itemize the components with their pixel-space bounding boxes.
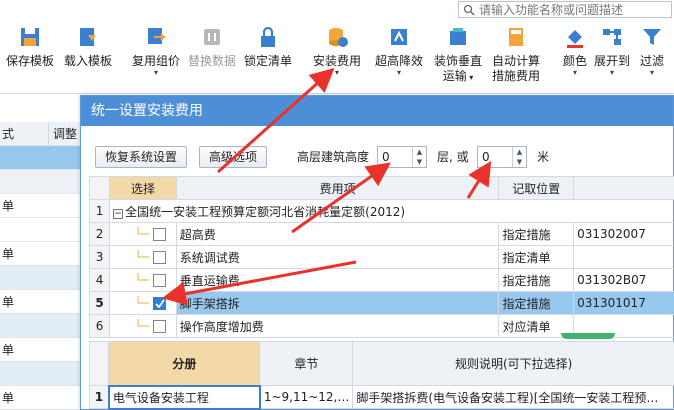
rule-column-header[interactable]: 规则说明(可下拉选择) xyxy=(352,341,674,386)
background-row[interactable] xyxy=(0,362,80,386)
position-column-header[interactable]: 记取位置 xyxy=(498,176,575,200)
background-row[interactable] xyxy=(0,266,80,290)
auto-calc-icon xyxy=(503,24,529,50)
spinner-arrows-icon[interactable]: ▲ ▼ xyxy=(512,147,526,167)
chevron-down-icon: ▾ xyxy=(466,73,474,82)
spinner-arrows-icon[interactable]: ▲ ▼ xyxy=(412,147,426,167)
tree-line-icon: └─ xyxy=(134,273,153,287)
splitter-handle[interactable] xyxy=(561,333,615,339)
load-template-button[interactable]: 载入模板 xyxy=(62,24,114,69)
lock-icon xyxy=(255,24,281,50)
row-number-header xyxy=(88,341,110,386)
row-checkbox[interactable] xyxy=(152,228,166,241)
book-column-header[interactable]: 分册 xyxy=(108,341,261,386)
height-label: 高层建筑高度 xyxy=(297,150,370,164)
advanced-options-button[interactable]: 高级选项 xyxy=(199,146,267,168)
background-row[interactable] xyxy=(0,146,80,170)
background-header: 式 调整 xyxy=(0,122,80,146)
search-icon xyxy=(463,4,475,15)
save-template-button[interactable]: 保存模板 xyxy=(4,24,56,69)
ribbon-toolbar: 保存模板 载入模板 复用组价 ▾ 替换数据 锁定清单 安装费用 ▾ 超高降效 ▾ 装饰… xyxy=(0,20,674,94)
chevron-down-icon: ▾ xyxy=(649,68,654,77)
row-checkbox-checked[interactable] xyxy=(152,297,166,310)
table-row[interactable]: 2 └─ 超高费 指定措施 031302007 xyxy=(88,222,674,246)
background-row[interactable]: 单 xyxy=(0,386,80,410)
background-row[interactable]: 单 xyxy=(0,194,80,218)
table-row[interactable]: 1 电气设备安装工程 1~9,11~12,… 脚手架搭拆费(电气设备安装工程)[… xyxy=(88,384,674,410)
rule-cell[interactable]: 脚手架搭拆费(电气设备安装工程)[全国统一安装工程预… xyxy=(352,385,674,409)
chevron-down-icon: ▾ xyxy=(572,68,577,77)
rules-table: 分册 章节 规则说明(可下拉选择) 1 电气设备安装工程 1~9,11~12,…… xyxy=(88,341,674,410)
tree-line-icon: └─ xyxy=(134,250,153,264)
table-row[interactable]: 4 └─ 垂直运输费 指定措施 031302B07 xyxy=(88,268,674,292)
select-column-header[interactable]: 选择 xyxy=(109,176,177,200)
replace-data-button[interactable]: 替换数据 xyxy=(186,24,238,69)
fee-items-table: 选择 费用项 记取位置 1 − 全国统一安装工程预算定额河北省消耗量定额(2012… xyxy=(88,176,674,338)
chevron-down-icon: ▾ xyxy=(396,68,401,77)
table-row[interactable]: 3 └─ 系统调试费 指定清单 xyxy=(88,245,674,269)
save-template-icon xyxy=(17,24,43,50)
background-row[interactable] xyxy=(0,314,80,338)
expand-icon xyxy=(599,24,625,50)
auto-calc-button[interactable]: 自动计算 措施费用 xyxy=(488,24,544,84)
chapter-column-header[interactable]: 章节 xyxy=(259,341,354,386)
dialog-title: 统一设置安装费用 xyxy=(81,96,673,126)
install-fee-icon xyxy=(324,24,350,50)
row-checkbox[interactable] xyxy=(152,320,166,333)
row-number-header xyxy=(88,176,111,200)
tree-line-icon: └─ xyxy=(134,319,153,333)
chevron-down-icon: ▾ xyxy=(609,68,614,77)
table-row-selected[interactable]: 5 └─ 脚手架搭拆 指定措施 031301017 xyxy=(88,291,674,315)
reuse-pricing-button[interactable]: 复用组价 ▾ xyxy=(130,24,182,77)
load-template-icon xyxy=(75,24,101,50)
background-row[interactable] xyxy=(0,170,80,194)
search-input[interactable]: 请输入功能名称或问题描述 xyxy=(458,1,672,18)
chevron-down-icon: ▾ xyxy=(153,68,158,77)
background-table: 式 调整 单 单 单 单 单 xyxy=(0,95,80,410)
collapse-icon[interactable]: − xyxy=(113,208,124,219)
lock-list-button[interactable]: 锁定清单 xyxy=(242,24,294,69)
color-icon xyxy=(562,24,588,50)
fee-item-column-header[interactable]: 费用项 xyxy=(175,176,500,200)
reuse-pricing-icon xyxy=(143,24,169,50)
height-efficiency-button[interactable]: 超高降效 ▾ xyxy=(372,24,426,77)
group-row-cell: − 全国统一安装工程预算定额河北省消耗量定额(2012) xyxy=(109,199,674,223)
expand-to-button[interactable]: 展开到 ▾ xyxy=(592,24,632,77)
meter-spinner[interactable]: 0 ▲ ▼ xyxy=(477,146,527,168)
table-row[interactable]: 1 − 全国统一安装工程预算定额河北省消耗量定额(2012) xyxy=(88,199,674,223)
restore-defaults-button[interactable]: 恢复系统设置 xyxy=(95,146,187,168)
row-checkbox[interactable] xyxy=(152,251,166,264)
tree-line-icon: └─ xyxy=(134,227,153,241)
search-placeholder: 请输入功能名称或问题描述 xyxy=(479,3,624,17)
background-row[interactable] xyxy=(0,218,80,242)
vertical-transport-button[interactable]: 装饰垂直 运输 ▾ xyxy=(430,24,486,85)
tree-line-icon: └─ xyxy=(134,296,153,310)
vertical-transport-icon xyxy=(445,24,471,50)
row-checkbox[interactable] xyxy=(152,274,166,287)
background-row[interactable]: 单 xyxy=(0,290,80,314)
filter-icon xyxy=(639,24,665,50)
install-fee-button[interactable]: 安装费用 ▾ xyxy=(310,24,364,77)
floor-count-spinner[interactable]: 0 ▲ ▼ xyxy=(377,146,427,168)
floor-label: 层, 或 xyxy=(437,150,469,164)
chevron-down-icon: ▾ xyxy=(334,68,339,77)
chapter-cell[interactable]: 1~9,11~12,… xyxy=(259,385,354,409)
top-bar: 请输入功能名称或问题描述 xyxy=(0,0,674,20)
replace-data-icon xyxy=(199,24,225,50)
background-row[interactable]: 单 xyxy=(0,338,80,362)
height-efficiency-icon xyxy=(386,24,412,50)
book-cell[interactable]: 电气设备安装工程 xyxy=(107,384,261,410)
filter-button[interactable]: 过滤 ▾ xyxy=(634,24,670,77)
background-row[interactable]: 单 xyxy=(0,242,80,266)
install-fee-dialog: 统一设置安装费用 恢复系统设置 高级选项 高层建筑高度 0 ▲ ▼ 层, 或 0 … xyxy=(80,95,674,410)
color-button[interactable]: 颜色 ▾ xyxy=(558,24,592,77)
code-column-header[interactable] xyxy=(573,176,674,200)
meter-label: 米 xyxy=(537,150,550,164)
